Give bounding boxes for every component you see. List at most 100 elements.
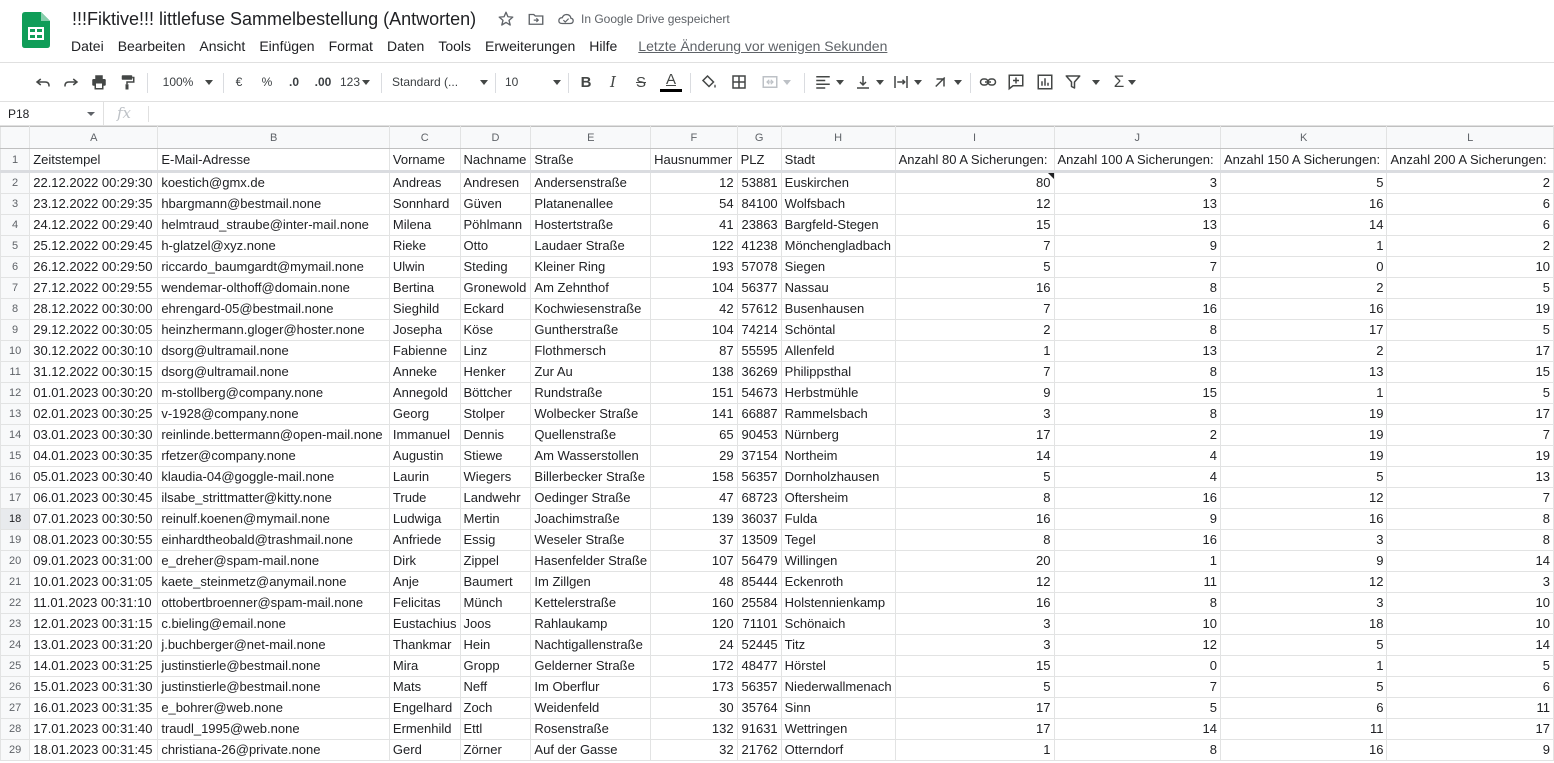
cell[interactable]: Köse bbox=[459, 319, 532, 341]
cell[interactable]: 17 bbox=[894, 718, 1055, 740]
cell[interactable]: 14 bbox=[1386, 550, 1554, 572]
cell[interactable]: Stadt bbox=[780, 148, 896, 172]
cell[interactable]: 14 bbox=[894, 445, 1055, 467]
cell[interactable]: 24 bbox=[650, 634, 738, 656]
row-number[interactable]: 28 bbox=[0, 718, 31, 740]
cell[interactable]: 55595 bbox=[736, 340, 782, 362]
cell[interactable]: 8 bbox=[1053, 319, 1221, 341]
cell[interactable]: 68723 bbox=[736, 487, 782, 509]
cell[interactable]: Northeim bbox=[780, 445, 896, 467]
strikethrough-button[interactable]: S bbox=[631, 63, 651, 101]
paint-format-icon[interactable] bbox=[116, 63, 138, 101]
cell[interactable]: Kochwiesenstraße bbox=[530, 298, 652, 320]
cell[interactable]: 42 bbox=[650, 298, 738, 320]
cell[interactable]: 9 bbox=[1219, 550, 1388, 572]
cell[interactable]: 9 bbox=[1053, 508, 1221, 530]
cell[interactable]: Landwehr bbox=[459, 487, 532, 509]
cell[interactable]: Platanenallee bbox=[530, 193, 652, 215]
cell[interactable]: Gelderner Straße bbox=[530, 655, 652, 677]
cell[interactable]: Böttcher bbox=[459, 382, 532, 404]
cell[interactable]: 21762 bbox=[736, 739, 782, 761]
merge-cells-icon[interactable] bbox=[756, 63, 796, 101]
cell[interactable]: 32 bbox=[650, 739, 738, 761]
column-header[interactable]: I bbox=[894, 126, 1055, 149]
cell[interactable]: 107 bbox=[650, 550, 738, 572]
cell[interactable]: Tegel bbox=[780, 529, 896, 551]
cell[interactable]: Dirk bbox=[388, 550, 461, 572]
cell[interactable]: 16 bbox=[894, 277, 1055, 299]
cell[interactable]: 8 bbox=[1053, 592, 1221, 614]
cell[interactable]: 6 bbox=[1386, 214, 1554, 236]
more-formats-button[interactable]: 123 bbox=[338, 63, 372, 101]
cell[interactable]: 12 bbox=[1219, 571, 1388, 593]
insert-link-icon[interactable] bbox=[977, 63, 999, 101]
text-color-button[interactable]: A bbox=[659, 63, 683, 101]
cell[interactable]: 09.01.2023 00:31:00 bbox=[29, 550, 159, 572]
cell[interactable]: Steding bbox=[459, 256, 532, 278]
cell[interactable]: 6 bbox=[1219, 697, 1388, 719]
cell[interactable]: Essig bbox=[459, 529, 532, 551]
cell[interactable]: Ludwiga bbox=[388, 508, 461, 530]
cell[interactable]: Flothmersch bbox=[530, 340, 652, 362]
cell[interactable]: 1 bbox=[894, 739, 1055, 761]
cell[interactable]: 7 bbox=[1386, 487, 1554, 509]
cell[interactable]: 18 bbox=[1219, 613, 1388, 635]
cell[interactable]: 104 bbox=[650, 319, 738, 341]
cell[interactable]: 80 bbox=[894, 171, 1055, 194]
row-number[interactable]: 21 bbox=[0, 571, 31, 593]
cell[interactable]: Gronewold bbox=[459, 277, 532, 299]
row-number[interactable]: 12 bbox=[0, 382, 31, 404]
cell[interactable]: ilsabe_strittmatter@kitty.none bbox=[157, 487, 390, 509]
cell[interactable]: 29.12.2022 00:30:05 bbox=[29, 319, 159, 341]
cell[interactable]: 120 bbox=[650, 613, 738, 635]
cell[interactable]: PLZ bbox=[736, 148, 782, 172]
cell[interactable]: Stolper bbox=[459, 403, 532, 425]
cell[interactable]: Niederwallmenach bbox=[780, 676, 896, 698]
cell[interactable]: 8 bbox=[1053, 361, 1221, 383]
row-number[interactable]: 5 bbox=[0, 235, 31, 257]
cell[interactable]: Zörner bbox=[459, 739, 532, 761]
cell[interactable]: Gerd bbox=[388, 739, 461, 761]
cell[interactable]: kaete_steinmetz@anymail.none bbox=[157, 571, 390, 593]
row-number[interactable]: 14 bbox=[0, 424, 31, 446]
row-number[interactable]: 27 bbox=[0, 697, 31, 719]
cell[interactable]: m-stollberg@company.none bbox=[157, 382, 390, 404]
cell[interactable]: 90453 bbox=[736, 424, 782, 446]
cell[interactable]: 158 bbox=[650, 466, 738, 488]
cell[interactable]: 2 bbox=[1053, 424, 1221, 446]
cell[interactable]: e_bohrer@web.none bbox=[157, 697, 390, 719]
row-number[interactable]: 10 bbox=[0, 340, 31, 362]
cell[interactable]: 17 bbox=[1219, 319, 1388, 341]
cell[interactable]: 5 bbox=[1386, 655, 1554, 677]
cell[interactable]: 5 bbox=[1219, 171, 1388, 194]
cell[interactable]: 5 bbox=[1386, 382, 1554, 404]
cell[interactable]: christiana-26@private.none bbox=[157, 739, 390, 761]
menu-tools[interactable]: Tools bbox=[431, 37, 478, 55]
cell[interactable]: Hasenfelder Straße bbox=[530, 550, 652, 572]
cell[interactable]: ehrengard-05@bestmail.none bbox=[157, 298, 390, 320]
cell[interactable]: 0 bbox=[1053, 655, 1221, 677]
cell[interactable]: 23863 bbox=[736, 214, 782, 236]
cell[interactable]: Im Oberflur bbox=[530, 676, 652, 698]
cell[interactable]: 57078 bbox=[736, 256, 782, 278]
cell[interactable]: Rieke bbox=[388, 235, 461, 257]
select-all-corner[interactable] bbox=[0, 126, 31, 149]
font-size-select[interactable]: 10 bbox=[505, 63, 561, 101]
column-header[interactable]: C bbox=[388, 126, 461, 149]
cell[interactable]: Bertina bbox=[388, 277, 461, 299]
column-header[interactable]: B bbox=[157, 126, 390, 149]
italic-button[interactable]: I bbox=[603, 63, 623, 101]
cell[interactable]: helmtraud_straube@inter-mail.none bbox=[157, 214, 390, 236]
cell[interactable]: h-glatzel@xyz.none bbox=[157, 235, 390, 257]
cell[interactable]: 3 bbox=[894, 403, 1055, 425]
column-header[interactable]: D bbox=[459, 126, 532, 149]
cell[interactable]: e_dreher@spam-mail.none bbox=[157, 550, 390, 572]
cell[interactable]: 19 bbox=[1219, 445, 1388, 467]
cell[interactable]: 5 bbox=[894, 466, 1055, 488]
cell[interactable]: 3 bbox=[1219, 592, 1388, 614]
cell[interactable]: 3 bbox=[1386, 571, 1554, 593]
row-number[interactable]: 19 bbox=[0, 529, 31, 551]
cell[interactable]: Fabienne bbox=[388, 340, 461, 362]
sheets-logo-icon[interactable] bbox=[22, 12, 50, 48]
cell[interactable]: Otterndorf bbox=[780, 739, 896, 761]
